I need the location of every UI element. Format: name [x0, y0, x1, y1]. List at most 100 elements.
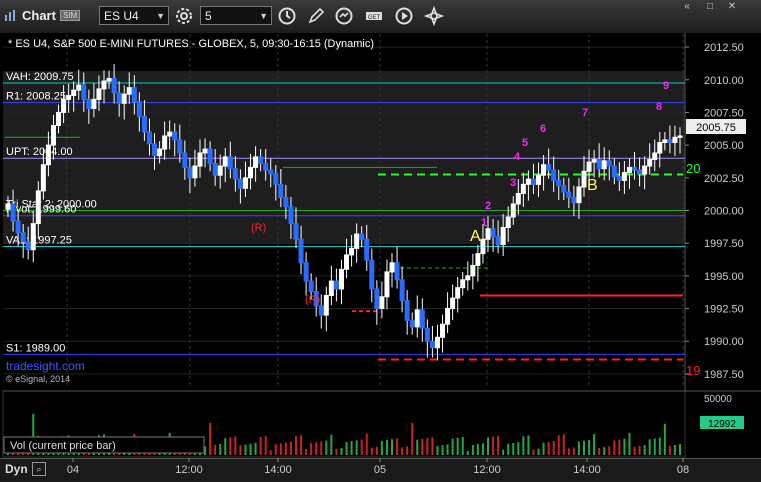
volume-bar	[567, 448, 570, 455]
candle-body	[182, 152, 188, 168]
volume-bar	[259, 437, 262, 455]
candle-body	[253, 156, 259, 168]
symbol-input[interactable]: ES U4 ▼	[99, 6, 169, 25]
candle-body	[91, 98, 97, 110]
candle-body	[116, 92, 122, 104]
volume-bar	[527, 435, 530, 455]
volume-bar	[618, 439, 621, 455]
price-chart[interactable]: VAH: 2009.75R1: 2008.25UPT: 2004.00Tri S…	[0, 33, 761, 459]
volume-bar	[385, 440, 388, 455]
candle-body	[10, 203, 16, 222]
volume-bar	[557, 435, 560, 455]
candle-body	[76, 84, 82, 91]
play-icon[interactable]	[394, 6, 414, 26]
candle-body	[642, 165, 648, 175]
volume-bar	[588, 439, 591, 455]
candle-body	[15, 220, 21, 234]
volume-bar	[522, 436, 525, 455]
candle-body	[207, 148, 213, 164]
candle-body	[530, 178, 536, 185]
x-tick-label: 12:00	[175, 464, 203, 476]
volume-bar	[224, 438, 227, 455]
candle-body	[227, 156, 233, 170]
sim-badge[interactable]: SIM	[60, 10, 81, 21]
volume-bar	[234, 436, 237, 455]
x-tick-label: 14:00	[264, 464, 292, 476]
volume-bar	[466, 450, 469, 455]
interval-input[interactable]: 5 ▼	[200, 6, 272, 25]
refresh-icon[interactable]	[334, 6, 354, 26]
volume-bar	[542, 442, 545, 455]
volume-bar	[547, 441, 550, 455]
x-tick-label: 14:00	[573, 464, 601, 476]
volume-bar	[214, 444, 217, 455]
volume-bar	[325, 440, 328, 455]
candle-body	[652, 152, 658, 161]
candle-body	[525, 178, 531, 185]
volume-bar	[274, 444, 277, 455]
volume-bar	[502, 449, 505, 455]
volume-bar	[446, 444, 449, 455]
candle-body	[359, 233, 365, 240]
candle-body	[475, 253, 481, 266]
chevron-down-icon[interactable]: ▼	[156, 7, 165, 26]
candle-body	[369, 259, 375, 290]
candle-body	[167, 131, 173, 137]
candle-body	[445, 308, 451, 325]
volume-bar	[577, 441, 580, 455]
candle-body	[61, 98, 67, 113]
last-price-value: 2005.75	[696, 122, 736, 134]
chart-annotation: A	[470, 228, 481, 245]
candle-body	[45, 144, 51, 166]
x-tick-label: 04	[67, 464, 79, 476]
volume-bar	[340, 447, 343, 455]
candle-body	[404, 300, 410, 321]
y-tick-label: 2005.00	[704, 140, 744, 152]
level-label: VAL: 1997.25	[6, 234, 72, 246]
candle-body	[364, 238, 370, 261]
volume-bar	[401, 447, 404, 455]
y-tick-label: 1997.50	[704, 238, 744, 250]
volume-bar	[507, 443, 510, 455]
gear-icon[interactable]	[174, 6, 194, 26]
volume-bar	[679, 444, 681, 455]
candle-body	[126, 87, 132, 95]
candle-body	[419, 309, 425, 329]
candle-body	[632, 166, 638, 171]
compass-icon[interactable]	[424, 6, 444, 26]
candle-body	[157, 148, 163, 157]
volume-bar	[451, 438, 454, 455]
candle-body	[349, 247, 355, 256]
volume-bar	[562, 434, 565, 455]
watermark: tradesight.com	[6, 359, 85, 373]
volume-bar	[517, 442, 520, 455]
square-icon[interactable]: □	[700, 1, 720, 13]
volume-bar	[633, 446, 636, 455]
y-tick-label: 2002.50	[704, 173, 744, 185]
clock-icon[interactable]	[277, 6, 297, 26]
volume-bar	[476, 444, 479, 455]
chevron-down-icon[interactable]: ▼	[259, 7, 268, 26]
pencil-icon[interactable]	[306, 6, 326, 26]
candle-body	[121, 93, 127, 104]
candle-body	[672, 136, 678, 144]
volume-bar	[279, 443, 282, 455]
close-icon[interactable]: ✕	[722, 1, 742, 13]
chevron-left-icon[interactable]: «	[677, 1, 697, 13]
candle-body	[141, 115, 147, 133]
candle-body	[677, 135, 683, 138]
volume-bar	[643, 445, 646, 455]
chart-header: * ES U4, S&P 500 E-MINI FUTURES - GLOBEX…	[8, 38, 374, 50]
y-tick-label: 2000.00	[704, 206, 744, 218]
candle-body	[495, 236, 501, 245]
candle-body	[667, 139, 673, 144]
candle-body	[389, 262, 395, 273]
candle-body	[596, 159, 602, 170]
chart-annotation: (R)	[305, 294, 320, 306]
candle-body	[576, 186, 582, 204]
volume-bar	[537, 448, 540, 455]
candle-body	[96, 88, 102, 100]
volume-bar	[668, 445, 671, 455]
candle-body	[490, 228, 496, 238]
get-icon[interactable]: GET	[364, 6, 384, 26]
